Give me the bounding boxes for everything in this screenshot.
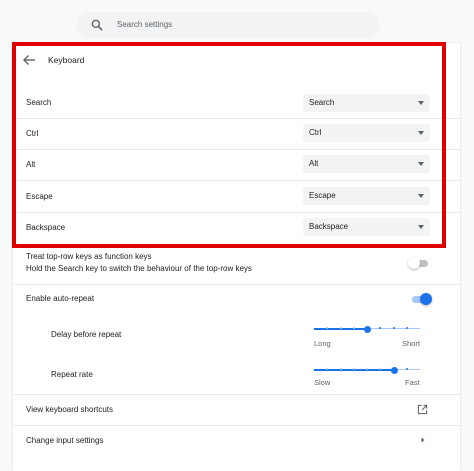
select-value: Ctrl bbox=[309, 128, 322, 137]
slider-tick bbox=[353, 368, 355, 370]
view-keyboard-shortcuts-label: View keyboard shortcuts bbox=[26, 405, 114, 414]
slider-thumb[interactable] bbox=[390, 366, 398, 374]
change-input-settings-label: Change input settings bbox=[26, 436, 104, 445]
slider-tick bbox=[340, 368, 342, 370]
slider-tick bbox=[326, 368, 328, 370]
slider-min-label: Slow bbox=[314, 378, 331, 387]
chevron-right-icon bbox=[421, 437, 425, 443]
slider-tick bbox=[353, 327, 355, 329]
auto-repeat-toggle[interactable] bbox=[410, 293, 432, 305]
slider-min-label: Long bbox=[314, 339, 331, 348]
key-mapping-label: Alt bbox=[26, 160, 36, 169]
function-keys-row[interactable]: Treat top-row keys as function keys Hold… bbox=[13, 250, 460, 280]
open-in-new-icon[interactable] bbox=[417, 404, 428, 415]
divider bbox=[13, 118, 460, 119]
select-value: Escape bbox=[309, 191, 336, 200]
function-keys-subtitle: Hold the Search key to switch the behavi… bbox=[26, 264, 252, 273]
repeat-rate-slider[interactable] bbox=[314, 365, 420, 375]
dropdown-caret-icon bbox=[418, 101, 424, 105]
dropdown-caret-icon bbox=[418, 194, 424, 198]
key-mapping-label: Backspace bbox=[26, 223, 66, 232]
search-bar[interactable]: Search settings bbox=[76, 12, 380, 38]
divider bbox=[13, 149, 460, 150]
key-mapping-select-search[interactable]: Search bbox=[303, 94, 430, 112]
delay-before-repeat-slider[interactable] bbox=[314, 324, 420, 334]
slider-tick bbox=[379, 368, 381, 370]
repeat-rate-label: Repeat rate bbox=[51, 370, 93, 379]
dropdown-caret-icon bbox=[418, 131, 424, 135]
slider-tick bbox=[379, 327, 381, 329]
view-keyboard-shortcuts-link[interactable]: View keyboard shortcuts bbox=[13, 400, 460, 420]
auto-repeat-row[interactable]: Enable auto-repeat bbox=[13, 292, 460, 308]
select-value: Search bbox=[309, 98, 335, 107]
slider-tick bbox=[326, 327, 328, 329]
back-arrow-icon[interactable] bbox=[22, 54, 36, 66]
slider-thumb[interactable] bbox=[363, 325, 371, 333]
divider bbox=[13, 284, 460, 285]
change-input-settings-link[interactable]: Change input settings bbox=[13, 431, 460, 451]
key-mapping-select-ctrl[interactable]: Ctrl bbox=[303, 124, 430, 142]
slider-max-label: Short bbox=[402, 339, 420, 348]
function-keys-toggle[interactable] bbox=[408, 257, 430, 269]
slider-tick bbox=[393, 327, 395, 329]
slider-tick bbox=[366, 368, 368, 370]
key-mapping-label: Ctrl bbox=[26, 129, 39, 138]
auto-repeat-label: Enable auto-repeat bbox=[26, 294, 95, 303]
key-mapping-select-alt[interactable]: Alt bbox=[303, 155, 430, 173]
function-keys-title: Treat top-row keys as function keys bbox=[26, 252, 152, 261]
key-mapping-label: Search bbox=[26, 98, 52, 107]
search-placeholder: Search settings bbox=[117, 20, 173, 29]
divider bbox=[13, 180, 460, 181]
select-value: Backspace bbox=[309, 222, 349, 231]
page-title: Keyboard bbox=[48, 55, 85, 65]
slider-tick bbox=[406, 327, 408, 329]
key-mapping-label: Escape bbox=[26, 192, 53, 201]
slider-max-label: Fast bbox=[405, 378, 420, 387]
dropdown-caret-icon bbox=[418, 162, 424, 166]
divider bbox=[13, 212, 460, 213]
divider bbox=[13, 425, 460, 426]
key-mapping-select-backspace[interactable]: Backspace bbox=[303, 218, 430, 236]
search-icon bbox=[91, 19, 103, 31]
delay-before-repeat-label: Delay before repeat bbox=[51, 330, 122, 339]
slider-tick bbox=[340, 327, 342, 329]
select-value: Alt bbox=[309, 159, 319, 168]
slider-tick bbox=[406, 368, 408, 370]
dropdown-caret-icon bbox=[418, 225, 424, 229]
key-mapping-select-escape[interactable]: Escape bbox=[303, 187, 430, 205]
divider bbox=[13, 394, 460, 395]
